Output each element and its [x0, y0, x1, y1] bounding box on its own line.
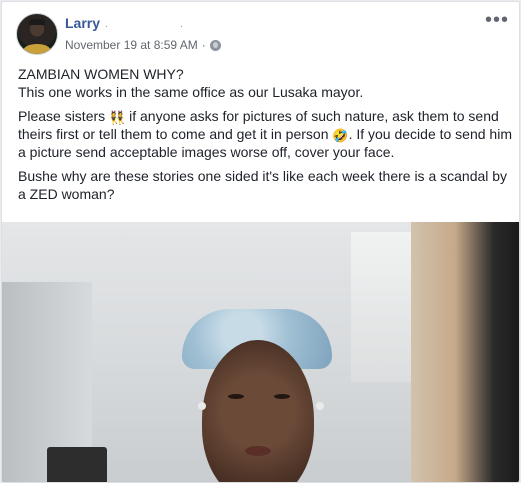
- photo-eye-right: [274, 394, 290, 399]
- photo-eye-left: [228, 394, 244, 399]
- photo-phone: [47, 447, 107, 482]
- avatar-cap: [29, 19, 45, 25]
- globe-icon[interactable]: [209, 39, 221, 51]
- avatar-shirt: [23, 44, 51, 54]
- post-header: Larry . . November 19 at 8:59 AM · •••: [2, 2, 519, 64]
- post-body: ZAMBIAN WOMEN WHY? This one works in the…: [18, 65, 514, 209]
- author-name[interactable]: Larry: [65, 15, 100, 31]
- post-paragraph-2: Please sisters 👯 if anyone asks for pict…: [18, 107, 514, 161]
- author-avatar[interactable]: [16, 13, 58, 55]
- meta-separator: ·: [201, 38, 206, 52]
- post-paragraph-1: ZAMBIAN WOMEN WHY? This one works in the…: [18, 65, 514, 101]
- post-line: This one works in the same office as our…: [18, 84, 364, 100]
- post-heading-line: ZAMBIAN WOMEN WHY?: [18, 66, 184, 82]
- name-dot: .: [105, 19, 108, 30]
- rofl-emoji-icon: 🤣: [332, 128, 349, 143]
- name-dot: .: [180, 19, 183, 30]
- post-meta: November 19 at 8:59 AM ·: [65, 38, 221, 52]
- post-card: Larry . . November 19 at 8:59 AM · ••• Z…: [1, 1, 520, 483]
- photo-mouth: [245, 446, 271, 456]
- dancing-women-emoji-icon: 👯: [109, 110, 126, 125]
- photo-earring-left: [198, 402, 206, 410]
- photo-background-right: [411, 222, 519, 482]
- post-photo[interactable]: [2, 222, 519, 482]
- post-paragraph-3: Bushe why are these stories one sided it…: [18, 168, 508, 202]
- post-text-segment: Please sisters: [18, 108, 110, 124]
- post-timestamp[interactable]: November 19 at 8:59 AM: [65, 38, 198, 52]
- more-options-icon[interactable]: •••: [485, 10, 509, 30]
- photo-window: [351, 232, 411, 382]
- photo-earring-right: [316, 402, 324, 410]
